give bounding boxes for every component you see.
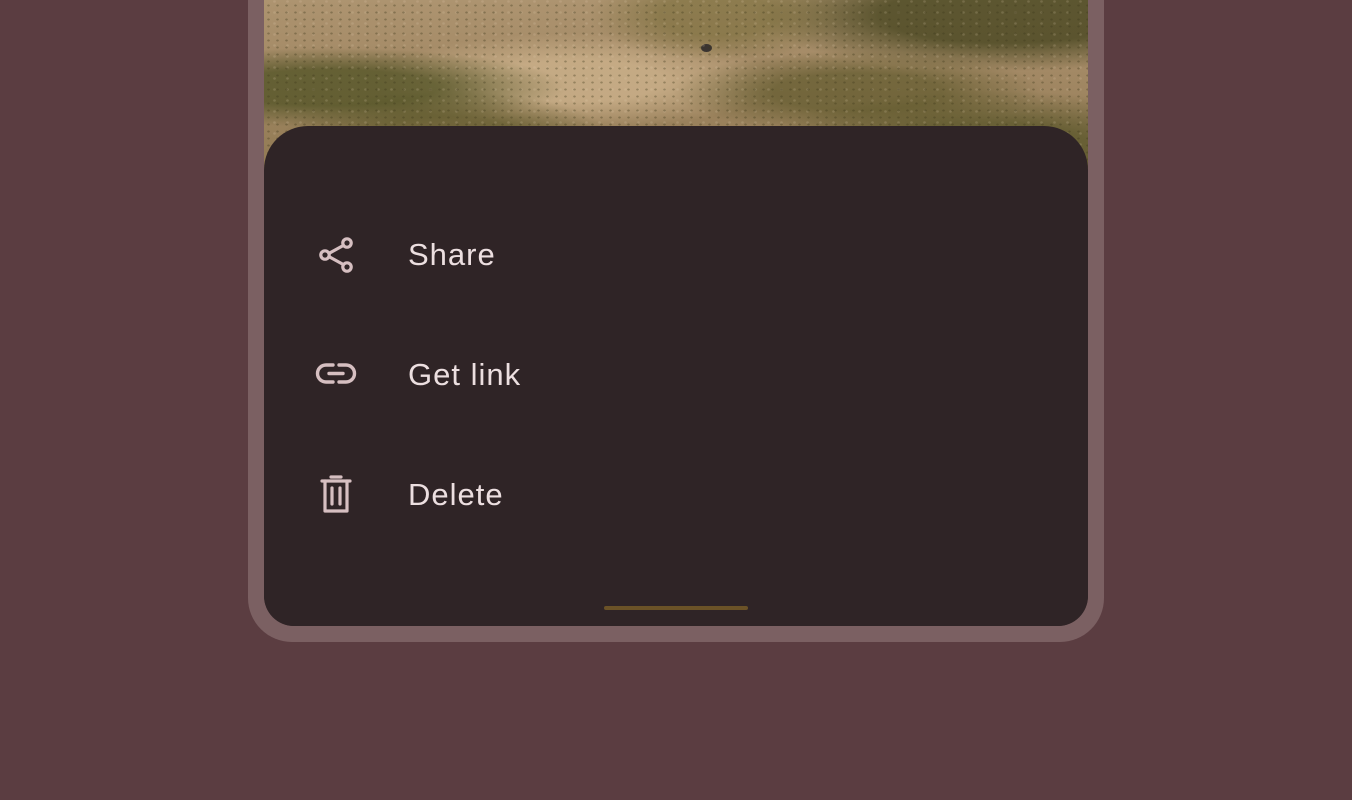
share-label: Share [408,237,496,272]
menu-item-delete[interactable]: Delete [264,433,1088,553]
device-frame: Share Get link Delete [248,0,1104,642]
share-icon [314,233,358,277]
trash-icon [314,473,358,517]
photo-pebble [701,44,712,52]
delete-label: Delete [408,477,504,512]
bottom-sheet: Share Get link Delete [264,126,1088,626]
get-link-label: Get link [408,357,522,392]
drag-handle[interactable] [604,606,748,610]
menu-item-share[interactable]: Share [264,193,1088,313]
device-screen: Share Get link Delete [264,0,1088,626]
link-icon [314,353,358,397]
menu-item-get-link[interactable]: Get link [264,313,1088,433]
